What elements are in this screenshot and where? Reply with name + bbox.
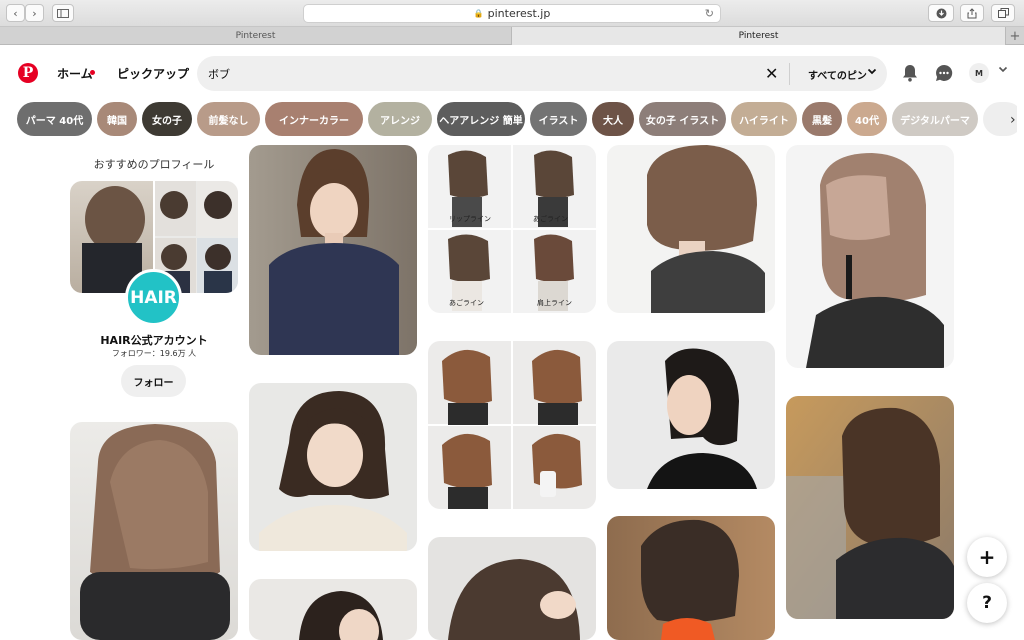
- help-button[interactable]: ?: [967, 583, 1007, 623]
- browser-tab[interactable]: Pinterest: [0, 27, 512, 45]
- sidebar-button[interactable]: [52, 4, 74, 22]
- search-chip[interactable]: インナーカラー: [265, 102, 363, 136]
- clear-search-icon[interactable]: ✕: [765, 64, 778, 83]
- pin-image[interactable]: [70, 422, 238, 640]
- hair-profile-logo[interactable]: HAIR: [125, 269, 182, 326]
- nav-home[interactable]: ホーム: [57, 65, 93, 82]
- account-menu-chevron-icon[interactable]: [998, 64, 1008, 77]
- search-divider: [789, 63, 790, 85]
- downloads-button[interactable]: [928, 4, 954, 22]
- pin-image[interactable]: [249, 145, 417, 355]
- recommended-profiles-title: おすすめのプロフィール: [93, 158, 215, 171]
- search-bar[interactable]: ボブ ✕ すべてのピン: [197, 56, 887, 91]
- notification-dot: [90, 70, 95, 75]
- messages-icon[interactable]: [933, 62, 955, 84]
- image-caption: あごライン: [533, 215, 568, 223]
- share-button[interactable]: [960, 4, 984, 22]
- search-chip[interactable]: イラスト: [530, 102, 587, 136]
- follow-button[interactable]: フォロー: [121, 365, 186, 397]
- search-chip[interactable]: 前髪なし: [197, 102, 260, 136]
- search-chip[interactable]: 韓国: [97, 102, 137, 136]
- browser-toolbar: ‹ › 🔒 pinterest.jp ↻: [0, 0, 1024, 27]
- profile-followers: フォロワー：19.6万 人: [111, 349, 197, 358]
- avatar[interactable]: M: [969, 63, 989, 83]
- url-text: pinterest.jp: [487, 7, 551, 20]
- search-chip[interactable]: 大人: [592, 102, 634, 136]
- new-tab-button[interactable]: +: [1006, 27, 1024, 45]
- search-chip[interactable]: パーマ 40代: [17, 102, 92, 136]
- notifications-bell-icon[interactable]: [899, 62, 921, 84]
- forward-button[interactable]: ›: [25, 4, 44, 22]
- download-icon: [936, 8, 946, 18]
- image-caption: あごライン: [449, 299, 484, 307]
- pin-image[interactable]: [249, 383, 417, 551]
- nav-pickup[interactable]: ピックアップ: [117, 65, 189, 82]
- chevron-left-icon: ‹: [13, 6, 18, 20]
- show-tabs-button[interactable]: [991, 4, 1015, 22]
- share-icon: [967, 7, 977, 18]
- search-input[interactable]: ボブ: [208, 66, 230, 82]
- site-header: P ホーム ピックアップ ボブ ✕ すべてのピン M: [0, 45, 1024, 103]
- image-caption: 肩上ライン: [537, 299, 572, 307]
- browser-tab-bar: Pinterest Pinterest +: [0, 27, 1024, 45]
- search-chip[interactable]: ヘアアレンジ 簡単: [437, 102, 525, 136]
- address-bar[interactable]: 🔒 pinterest.jp ↻: [303, 4, 721, 23]
- sidebar-icon: [57, 8, 69, 18]
- pin-image[interactable]: [428, 145, 596, 313]
- profile-name[interactable]: HAIR公式アカウント: [70, 332, 238, 348]
- pin-image[interactable]: [249, 579, 417, 640]
- pinterest-logo-icon[interactable]: P: [18, 63, 38, 83]
- chevron-down-icon[interactable]: [867, 66, 877, 79]
- chips-next-arrow-icon[interactable]: ›: [1010, 112, 1016, 128]
- pin-image[interactable]: [607, 145, 775, 313]
- pin-image[interactable]: [786, 145, 954, 368]
- search-chip[interactable]: 女の子: [142, 102, 192, 136]
- pin-image[interactable]: [607, 341, 775, 489]
- browser-chrome: ‹ › 🔒 pinterest.jp ↻ Pinterest Pinterest…: [0, 0, 1024, 45]
- reload-icon[interactable]: ↻: [705, 7, 714, 20]
- search-chip[interactable]: アレンジ: [368, 102, 432, 136]
- tabs-icon: [997, 8, 1009, 18]
- guided-search-chips: パーマ 40代 韓国 女の子 前髪なし インナーカラー アレンジ ヘアアレンジ 簡単 イラスト…: [17, 102, 1017, 136]
- search-chip[interactable]: 黒髪: [802, 102, 842, 136]
- pin-image[interactable]: [607, 516, 775, 640]
- search-scope-dropdown[interactable]: すべてのピン: [808, 67, 867, 82]
- add-pin-button[interactable]: +: [967, 537, 1007, 577]
- search-chip[interactable]: ハイライト: [731, 102, 797, 136]
- pin-image[interactable]: [786, 396, 954, 619]
- browser-tab-active[interactable]: Pinterest: [512, 27, 1006, 45]
- pin-image[interactable]: [428, 537, 596, 640]
- search-chip[interactable]: 女の子 イラスト: [639, 102, 726, 136]
- chevron-right-icon: ›: [32, 6, 37, 20]
- lock-icon: 🔒: [473, 9, 484, 18]
- image-caption: リップライン: [449, 215, 491, 223]
- search-chip[interactable]: 40代: [847, 102, 887, 136]
- pin-image[interactable]: [428, 341, 596, 509]
- search-chip[interactable]: デジタルパーマ: [892, 102, 978, 136]
- back-button[interactable]: ‹: [6, 4, 25, 22]
